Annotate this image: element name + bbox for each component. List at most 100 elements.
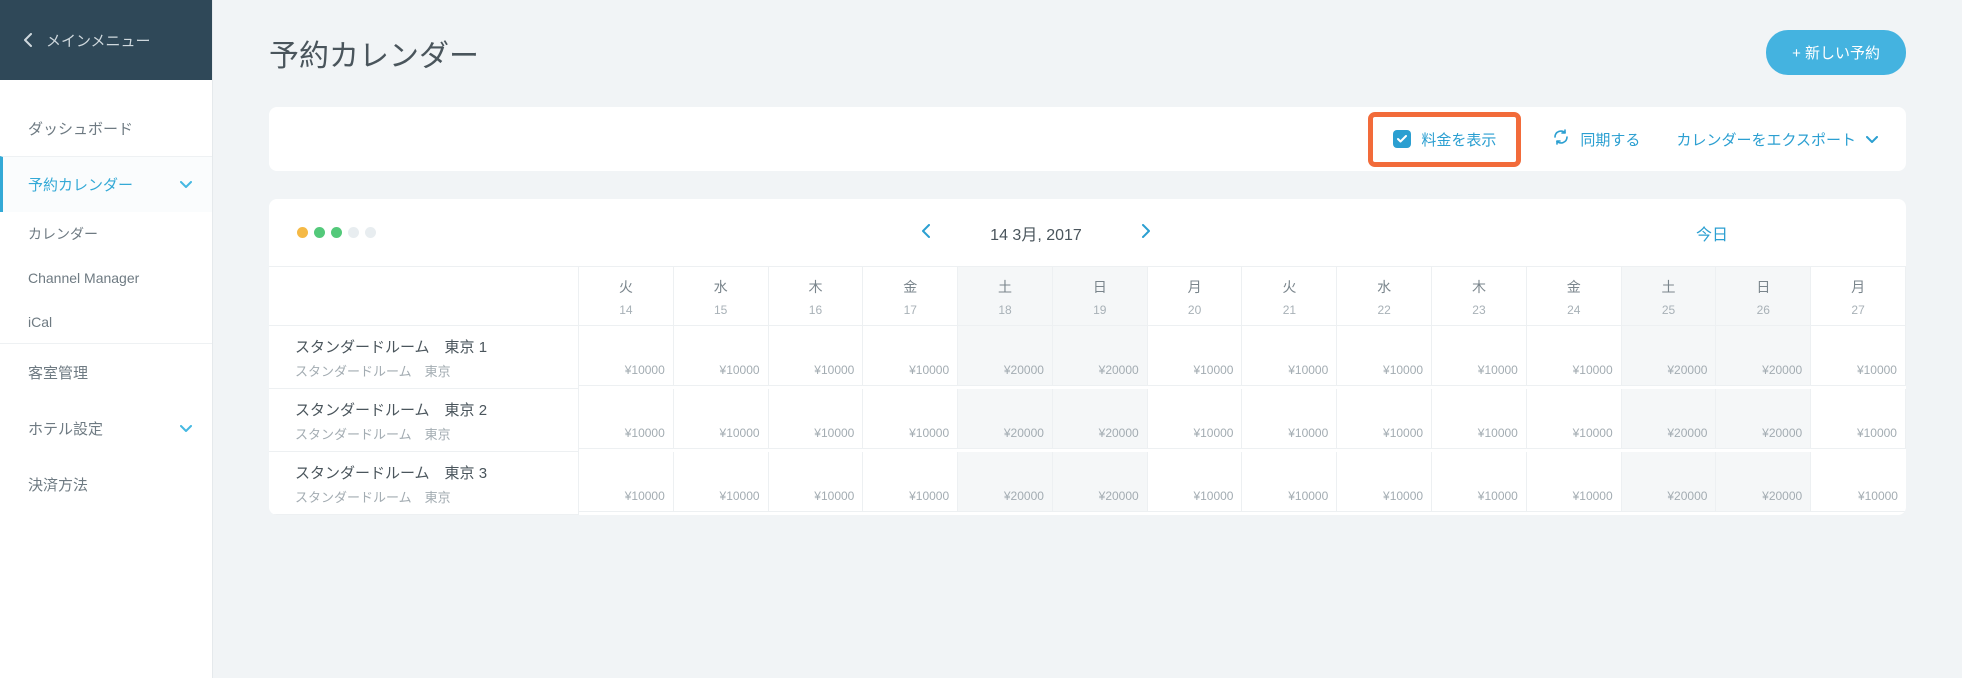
chevron-down-icon [1866,131,1878,148]
price-cell[interactable]: ¥10000 [674,452,769,512]
price-cell[interactable]: ¥10000 [769,389,864,449]
status-dots [297,227,376,238]
price-cell[interactable]: ¥10000 [1337,452,1432,512]
price-cell[interactable]: ¥20000 [1053,452,1148,512]
room-type: スタンダードルーム 東京 [295,487,578,506]
main: 予約カレンダー + 新しい予約 料金を表示 同期する カレンダーをエクスポート [213,0,1962,678]
day-number: 17 [863,303,957,317]
price-cell[interactable]: ¥10000 [863,452,958,512]
price-cell[interactable]: ¥20000 [958,389,1053,449]
chevron-down-icon [180,176,192,193]
toolbar: 料金を表示 同期する カレンダーをエクスポート [269,107,1906,171]
price-cell[interactable]: ¥20000 [1716,452,1811,512]
price-cell[interactable]: ¥10000 [1242,389,1337,449]
nav-booking-calendar[interactable]: 予約カレンダー [0,156,212,212]
new-booking-button[interactable]: + 新しい予約 [1766,30,1906,75]
price-cell[interactable]: ¥10000 [579,389,674,449]
day-header: 水15 [674,267,769,326]
price-cell[interactable]: ¥20000 [1622,326,1717,386]
price-cell[interactable]: ¥10000 [579,452,674,512]
nav-room-manage[interactable]: 客室管理 [0,344,212,400]
price-cell[interactable]: ¥10000 [1811,389,1906,449]
room-name: スタンダードルーム 東京 2 [295,399,578,420]
refresh-icon [1552,128,1570,150]
calendar-header: 14 3月, 2017 今日 [269,199,1906,267]
price-cell[interactable]: ¥10000 [674,389,769,449]
day-header: 金24 [1527,267,1622,326]
day-number: 21 [1242,303,1336,317]
sidebar-back[interactable]: メインメニュー [0,0,212,80]
price-cell[interactable]: ¥10000 [769,326,864,386]
room-cell[interactable]: スタンダードルーム 東京 3スタンダードルーム 東京 [269,452,579,515]
price-cell[interactable]: ¥20000 [958,326,1053,386]
day-number: 24 [1527,303,1621,317]
price-cell[interactable]: ¥10000 [1242,452,1337,512]
day-number: 25 [1622,303,1716,317]
day-number: 14 [579,303,673,317]
price-cell[interactable]: ¥10000 [1432,389,1527,449]
sidebar-nav: ダッシュボード 予約カレンダー カレンダー Channel Manager iC… [0,80,212,512]
sidebar-back-label: メインメニュー [46,30,151,51]
price-cell[interactable]: ¥10000 [1811,452,1906,512]
chevron-left-icon [24,33,32,47]
price-cell[interactable]: ¥10000 [1337,326,1432,386]
day-header: 木16 [769,267,864,326]
price-cell[interactable]: ¥20000 [1716,389,1811,449]
calendar-panel: 14 3月, 2017 今日 火14水15木16金17土18日19月20火21水… [269,199,1906,515]
day-header: 火14 [579,267,674,326]
sidebar: メインメニュー ダッシュボード 予約カレンダー カレンダー Channel Ma… [0,0,213,678]
price-cell[interactable]: ¥10000 [1432,326,1527,386]
day-of-week: 土 [958,277,1052,297]
day-of-week: 月 [1148,277,1242,297]
nav-sub-channel-manager[interactable]: Channel Manager [0,256,212,300]
day-header: 土18 [958,267,1053,326]
price-cell[interactable]: ¥10000 [1432,452,1527,512]
nav-dashboard[interactable]: ダッシュボード [0,100,212,156]
price-cell[interactable]: ¥10000 [1527,452,1622,512]
price-cell[interactable]: ¥10000 [1527,326,1622,386]
checkbox-checked-icon [1393,130,1411,148]
nav-sub-calendar[interactable]: カレンダー [0,212,212,256]
grid-corner [269,267,579,326]
export-calendar-button[interactable]: カレンダーをエクスポート [1676,129,1878,150]
room-cell[interactable]: スタンダードルーム 東京 2 スタンダードルーム 東京 [269,389,579,452]
chevron-left-icon [922,224,930,238]
price-cell[interactable]: ¥20000 [1053,389,1148,449]
day-header: 金17 [863,267,958,326]
price-cell[interactable]: ¥10000 [1527,389,1622,449]
toggle-show-rates[interactable]: 料金を表示 [1373,117,1516,162]
nav-payment[interactable]: 決済方法 [0,456,212,512]
prev-button[interactable] [922,224,930,241]
price-cell[interactable]: ¥20000 [1053,326,1148,386]
room-type: スタンダードルーム 東京 [295,424,578,443]
day-of-week: 木 [1432,277,1526,297]
day-of-week: 月 [1811,277,1905,297]
price-cell[interactable]: ¥10000 [1148,389,1243,449]
price-cell[interactable]: ¥10000 [674,326,769,386]
day-number: 22 [1337,303,1431,317]
price-cell[interactable]: ¥10000 [769,452,864,512]
nav-label: 客室管理 [28,362,88,383]
price-cell[interactable]: ¥20000 [1622,389,1717,449]
chevron-right-icon [1142,224,1150,238]
price-cell[interactable]: ¥20000 [1716,326,1811,386]
day-number: 26 [1716,303,1810,317]
today-button[interactable]: 今日 [1696,221,1728,245]
price-cell[interactable]: ¥20000 [958,452,1053,512]
next-button[interactable] [1142,224,1150,241]
day-number: 16 [769,303,863,317]
price-cell[interactable]: ¥10000 [1242,326,1337,386]
price-cell[interactable]: ¥10000 [1148,326,1243,386]
price-cell[interactable]: ¥10000 [863,389,958,449]
price-cell[interactable]: ¥10000 [1337,389,1432,449]
nav-hotel-settings[interactable]: ホテル設定 [0,400,212,456]
room-cell[interactable]: スタンダードルーム 東京 1スタンダードルーム 東京 [269,326,579,389]
price-cell[interactable]: ¥10000 [1811,326,1906,386]
price-cell[interactable]: ¥10000 [863,326,958,386]
price-cell[interactable]: ¥10000 [1148,452,1243,512]
sync-button[interactable]: 同期する [1552,128,1640,150]
day-of-week: 日 [1716,277,1810,297]
price-cell[interactable]: ¥20000 [1622,452,1717,512]
price-cell[interactable]: ¥10000 [579,326,674,386]
nav-sub-ical[interactable]: iCal [0,300,212,344]
